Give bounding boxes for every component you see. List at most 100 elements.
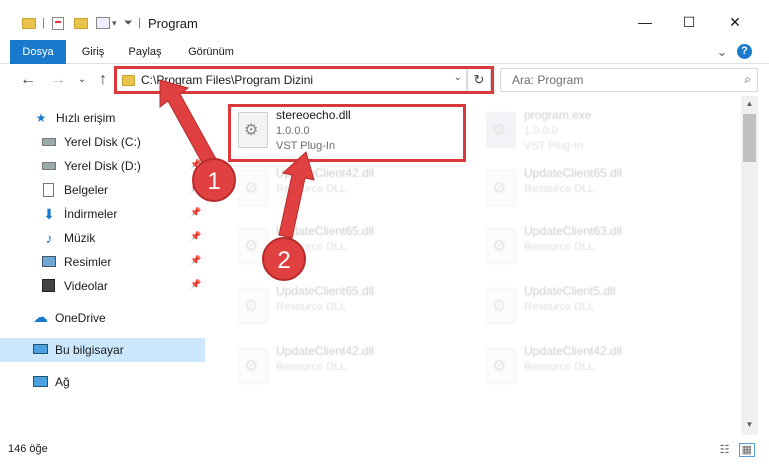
dll-file-icon [238,348,268,384]
tab-paylas[interactable]: Paylaş [122,40,168,64]
folder-icon [22,14,36,32]
file-item[interactable]: UpdateClient63.dll Resource DLL [480,220,715,276]
pictures-icon [42,255,56,269]
sidebar-item-local-disk-d[interactable]: Yerel Disk (D:) 📌 [0,154,205,178]
scrollbar-thumb[interactable] [743,114,756,162]
help-icon[interactable]: ? [737,40,755,64]
dll-file-icon [238,112,268,148]
star-icon: ★ [35,111,47,125]
dll-file-icon [486,228,516,264]
sidebar-item-label: Belgeler [64,183,109,197]
file-item-stereoecho[interactable]: stereoecho.dll 1.0.0.0 VST Plug-In [232,104,467,160]
file-description: Resource DLL [524,241,595,253]
file-name: stereoecho.dll [276,108,351,122]
file-description: VST Plug-In [524,140,584,152]
file-description: VST Plug-In [276,140,336,152]
sidebar-item-onedrive[interactable]: ☁ OneDrive [0,306,205,330]
up-button[interactable]: ↑ [93,70,113,90]
customize-qa-icon[interactable]: ▾ [96,14,117,32]
file-name: program.exe [524,108,592,122]
file-name: UpdateClient42.dll [524,344,623,358]
sidebar-item-network[interactable]: Ağ [0,370,205,394]
file-item[interactable]: UpdateClient65.dll Resource DLL [232,280,467,336]
file-description: Resource DLL [276,301,347,313]
dll-file-icon [486,170,516,206]
maximize-button[interactable]: ☐ [666,8,712,36]
file-name: UpdateClient65.dll [524,166,623,180]
file-version: 1.0.0.0 [276,125,310,137]
sidebar-item-music[interactable]: ♪ Müzik 📌 [0,226,205,250]
drive-icon [42,159,56,173]
window-title: Program [148,16,198,31]
document-icon [42,183,56,197]
sidebar-item-label: Yerel Disk (C:) [64,135,141,149]
dll-file-icon [486,288,516,324]
forward-button[interactable]: → [48,70,68,90]
dll-file-icon [486,348,516,384]
step-badge-1: 1 [192,158,236,202]
item-count: 146 öğe [8,443,48,455]
exe-file-icon [486,112,516,148]
search-placeholder: Ara: Program [512,73,584,87]
large-icons-view-icon[interactable]: ▦ [738,443,755,457]
sidebar-item-pictures[interactable]: Resimler 📌 [0,250,205,274]
sidebar-item-label: Müzik [64,231,96,245]
tab-gorunum[interactable]: Görünüm [180,40,242,64]
sidebar-item-label: OneDrive [55,311,106,325]
scroll-down-icon[interactable]: ▼ [741,420,758,429]
sidebar-item-documents[interactable]: Belgeler 📌 [0,178,205,202]
ribbon-expand-icon[interactable]: ⌄ [712,40,732,64]
address-dropdown-icon[interactable]: ⌄ [454,72,462,83]
file-description: Resource DLL [524,361,595,373]
file-item[interactable]: UpdateClient42.dll Resource DLL [232,162,467,218]
file-name: UpdateClient5.dll [524,284,616,298]
sidebar-item-quick-access[interactable]: ★ Hızlı erişim [0,106,205,130]
sidebar-item-label: Yerel Disk (D:) [64,159,141,173]
back-button[interactable]: ← [18,70,38,90]
ribbon-tabs: Dosya Giriş Paylaş Görünüm ⌄ ? [0,40,769,96]
sidebar-item-label: Ağ [55,375,70,389]
sidebar-item-this-pc[interactable]: Bu bilgisayar [0,338,205,362]
file-item[interactable]: UpdateClient5.dll Resource DLL [480,280,715,336]
pin-icon[interactable]: 📌 [190,207,201,218]
details-view-icon[interactable]: ☷ [720,444,730,456]
file-description: Resource DLL [524,301,595,313]
file-name: UpdateClient65.dll [276,284,375,298]
file-item[interactable]: UpdateClient42.dll Resource DLL [480,340,715,396]
file-name: UpdateClient42.dll [276,344,375,358]
network-icon [33,375,48,389]
file-name: UpdateClient63.dll [524,224,623,238]
properties-icon[interactable] [52,14,64,32]
explorer-window: | ▾ ⏷ | Program — ☐ ✕ Dosya Giriş Paylaş… [0,0,769,475]
address-bar[interactable]: C:\Program Files\Program Dizini ⌄ [116,68,467,92]
refresh-button[interactable]: ↻ [467,68,491,92]
recent-locations-button[interactable]: ⌄ [72,70,92,90]
vertical-scrollbar[interactable]: ▲ ▼ [741,96,758,435]
title-bar: | ▾ ⏷ | Program — ☐ ✕ [0,0,769,40]
sidebar-item-label: Videolar [64,279,108,293]
sidebar-item-label: Resimler [64,255,112,269]
file-name: UpdateClient65.dll [276,224,375,238]
pin-icon[interactable]: 📌 [190,255,201,266]
sidebar-item-local-disk-c[interactable]: Yerel Disk (C:) [0,130,205,154]
scroll-up-icon[interactable]: ▲ [741,99,758,108]
file-item[interactable]: UpdateClient65.dll Resource DLL [480,162,715,218]
step-badge-2: 2 [262,237,306,281]
sidebar-item-downloads[interactable]: ⬇ İndirmeler 📌 [0,202,205,226]
close-button[interactable]: ✕ [712,8,758,36]
search-icon: ⌕ [744,72,751,86]
view-toggle[interactable]: ☷ ▦ [720,443,755,457]
pin-icon[interactable]: 📌 [190,279,201,290]
sidebar-item-videos[interactable]: Videolar 📌 [0,274,205,298]
pin-icon[interactable]: 📌 [190,231,201,242]
qa-dropdown-icon[interactable]: ⏷ [124,14,133,32]
address-path: C:\Program Files\Program Dizini [141,73,314,87]
file-item-program-exe[interactable]: program.exe 1.0.0.0 VST Plug-In [480,104,715,160]
file-description: Resource DLL [276,361,347,373]
new-folder-icon[interactable] [74,14,88,32]
tab-giris[interactable]: Giriş [72,40,114,64]
file-item[interactable]: UpdateClient42.dll Resource DLL [232,340,467,396]
navigation-bar: ← → ⌄ ↑ C:\Program Files\Program Dizini … [0,64,769,96]
search-input[interactable]: Ara: Program ⌕ [500,68,758,92]
minimize-button[interactable]: — [622,8,668,36]
